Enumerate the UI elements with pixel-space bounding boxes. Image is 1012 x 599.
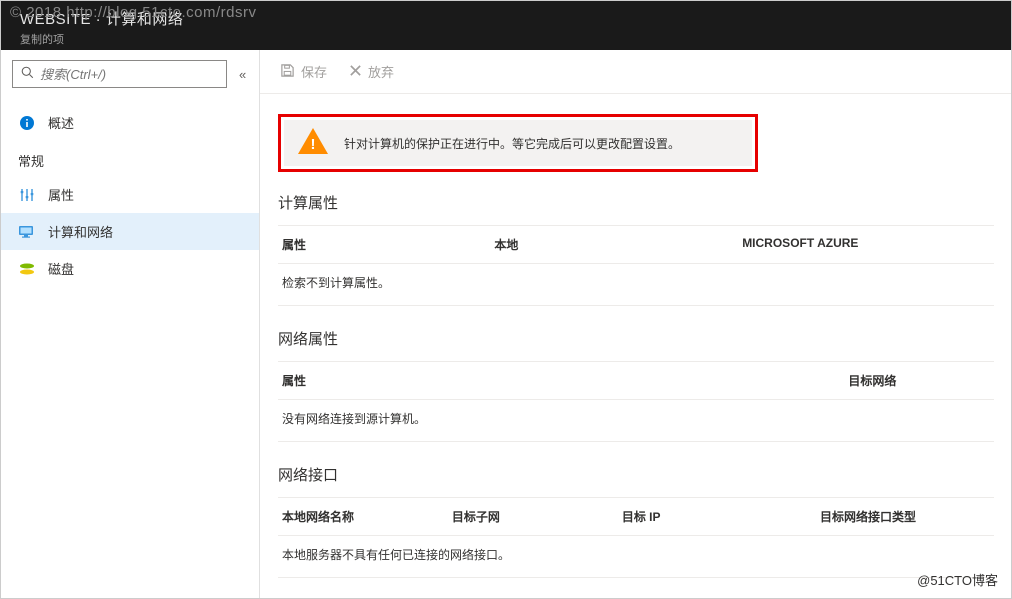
divider — [278, 577, 994, 578]
sidebar-item-compute[interactable]: 计算和网络 — [0, 213, 259, 250]
section-net-if: 网络接口 本地网络名称 目标子网 目标 IP 目标网络接口类型 本地服务器不具有… — [278, 464, 994, 578]
copyright-text: © 2018 http://blog.51cto.com/rdsrv — [10, 4, 257, 21]
sidebar-item-disk[interactable]: 磁盘 — [0, 250, 259, 287]
search-box[interactable] — [12, 60, 227, 88]
sidebar-item-overview[interactable]: 概述 — [0, 104, 259, 141]
col-ip: 目标 IP — [622, 508, 820, 525]
save-button[interactable]: 保存 — [280, 62, 327, 81]
save-icon — [280, 63, 295, 81]
section-compute-props: 计算属性 属性 本地 MICROSOFT AZURE 检索不到计算属性。 — [278, 192, 994, 306]
main-container: « 概述 常规 属性 计算和网络 — [0, 50, 1012, 599]
close-icon — [349, 64, 362, 80]
monitor-icon — [18, 223, 36, 241]
col-azure: MICROSOFT AZURE — [742, 236, 990, 253]
footer-credit: @51CTO博客 — [917, 570, 998, 589]
col-name: 本地网络名称 — [282, 508, 452, 525]
sidebar-item-label: 磁盘 — [48, 259, 74, 278]
section-title: 网络接口 — [278, 464, 994, 485]
col-subnet: 目标子网 — [452, 508, 622, 525]
toolbar: 保存 放弃 — [260, 50, 1012, 94]
warning-icon: ! — [298, 128, 328, 158]
col-attr: 属性 — [282, 372, 848, 389]
alert-highlight: ! 针对计算机的保护正在进行中。等它完成后可以更改配置设置。 — [278, 114, 758, 172]
section-net-props: 网络属性 属性 目标网络 没有网络连接到源计算机。 — [278, 328, 994, 442]
page-subtitle: 复制的项 — [20, 31, 992, 47]
sidebar-item-props[interactable]: 属性 — [0, 176, 259, 213]
table-empty-msg: 本地服务器不具有任何已连接的网络接口。 — [278, 536, 994, 577]
toolbar-label: 保存 — [301, 62, 327, 81]
search-row: « — [0, 50, 259, 98]
table-header: 本地网络名称 目标子网 目标 IP 目标网络接口类型 — [278, 498, 994, 535]
discard-button[interactable]: 放弃 — [349, 62, 394, 81]
divider — [278, 305, 994, 306]
info-icon — [18, 114, 36, 132]
table-empty-msg: 没有网络连接到源计算机。 — [278, 400, 994, 441]
section-title: 网络属性 — [278, 328, 994, 349]
search-icon — [21, 66, 34, 82]
alert-box: ! 针对计算机的保护正在进行中。等它完成后可以更改配置设置。 — [284, 120, 752, 166]
divider — [278, 441, 994, 442]
content-area: ! 针对计算机的保护正在进行中。等它完成后可以更改配置设置。 计算属性 属性 本… — [260, 94, 1012, 599]
section-title: 计算属性 — [278, 192, 994, 213]
col-iftype: 目标网络接口类型 — [820, 508, 990, 525]
nav-group-label: 常规 — [0, 141, 259, 176]
col-local: 本地 — [494, 236, 742, 253]
col-attr: 属性 — [282, 236, 494, 253]
table-empty-msg: 检索不到计算属性。 — [278, 264, 994, 305]
disk-icon — [18, 260, 36, 278]
col-target: 目标网络 — [848, 372, 990, 389]
search-input[interactable] — [40, 67, 218, 82]
collapse-button[interactable]: « — [235, 63, 250, 86]
nav-section: 概述 常规 属性 计算和网络 磁盘 — [0, 98, 259, 293]
sidebar-item-label: 计算和网络 — [48, 222, 113, 241]
sidebar: « 概述 常规 属性 计算和网络 — [0, 50, 260, 599]
alert-text: 针对计算机的保护正在进行中。等它完成后可以更改配置设置。 — [344, 135, 680, 152]
main-content: 保存 放弃 ! 针对计算机的保护正在进行中。等它完成后可以更改配置设置。 — [260, 50, 1012, 599]
sidebar-item-label: 概述 — [48, 113, 74, 132]
sidebar-item-label: 属性 — [48, 185, 74, 204]
sliders-icon — [18, 186, 36, 204]
toolbar-label: 放弃 — [368, 62, 394, 81]
table-header: 属性 本地 MICROSOFT AZURE — [278, 226, 994, 263]
table-header: 属性 目标网络 — [278, 362, 994, 399]
